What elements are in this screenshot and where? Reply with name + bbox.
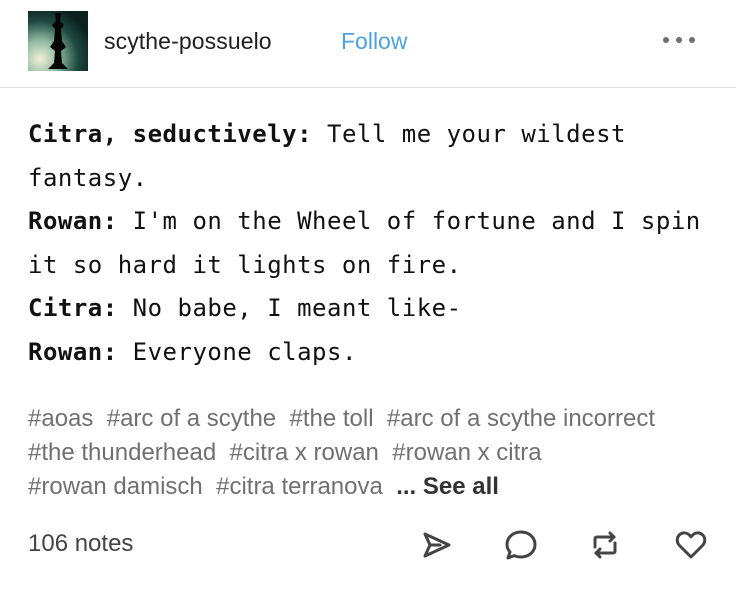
notes-count[interactable]: 106 notes [28, 530, 133, 558]
tag-link[interactable]: #arc of a scythe incorrect [387, 405, 655, 432]
tag-link[interactable]: #citra x rowan [230, 439, 379, 466]
dialogue-line: Rowan: I'm on the Wheel of fortune and I… [28, 200, 718, 287]
tag-link[interactable]: #arc of a scythe [107, 405, 276, 432]
tag-link[interactable]: #rowan damisch [28, 473, 203, 500]
reblog-icon[interactable] [587, 527, 623, 563]
post-body: Citra, seductively: Tell me your wildest… [28, 113, 718, 374]
line-text: I'm on the Wheel of fortune and I spin i… [28, 207, 701, 279]
reply-icon[interactable] [503, 527, 539, 563]
follow-button[interactable]: Follow [341, 28, 407, 55]
dialogue-line: Citra, seductively: Tell me your wildest… [28, 113, 718, 200]
heart-icon[interactable] [673, 527, 709, 563]
post-header: scythe-possuelo Follow [0, 0, 736, 86]
avatar[interactable] [28, 11, 88, 71]
tag-link[interactable]: #aoas [28, 405, 93, 432]
see-all-tags-button[interactable]: ... See all [396, 473, 499, 500]
speaker: Citra, seductively: [28, 120, 313, 148]
tag-link[interactable]: #rowan x citra [392, 439, 541, 466]
username[interactable]: scythe-possuelo [104, 28, 272, 55]
tag-list: #aoas #arc of a scythe #the toll #arc of… [28, 402, 718, 504]
header-divider [0, 87, 736, 88]
share-icon[interactable] [418, 527, 454, 563]
speaker: Rowan: [28, 207, 118, 235]
tag-link[interactable]: #the toll [290, 405, 374, 432]
dialogue-line: Citra: No babe, I meant like- [28, 287, 718, 331]
line-text: No babe, I meant like- [117, 294, 462, 322]
tag-link[interactable]: #citra terranova [216, 473, 383, 500]
line-text: Everyone claps. [117, 337, 357, 366]
tag-link[interactable]: #the thunderhead [28, 439, 216, 466]
dialogue-line: Rowan: Everyone claps. [28, 331, 718, 375]
avatar-image [28, 11, 88, 71]
speaker: Rowan: [28, 337, 118, 366]
speaker: Citra: [28, 294, 118, 322]
more-icon[interactable] [663, 32, 697, 48]
